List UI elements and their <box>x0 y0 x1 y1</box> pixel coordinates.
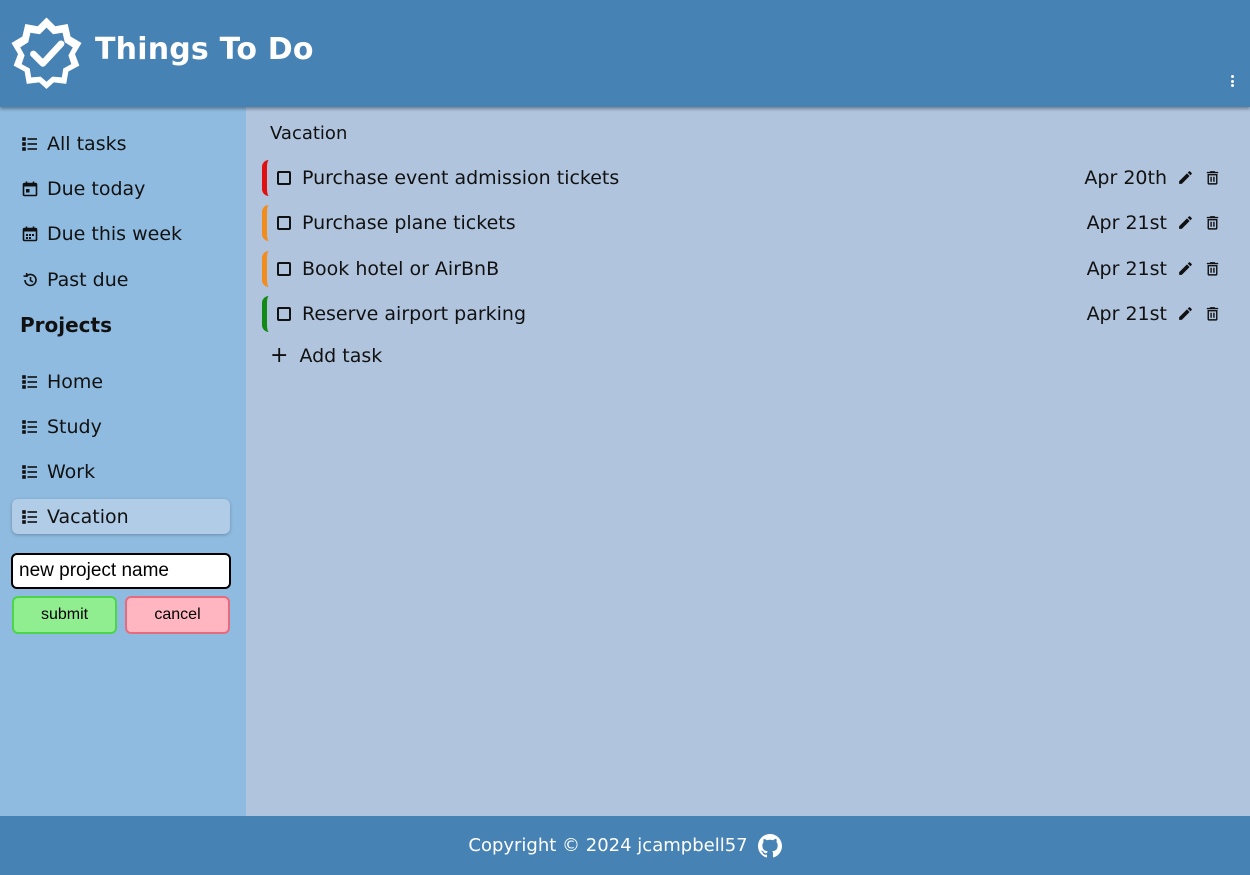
task-name: Book hotel or AirBnB <box>302 258 500 280</box>
sidebar-item-label: Work <box>47 460 96 483</box>
sidebar-item-label: Due today <box>47 177 146 200</box>
pencil-icon[interactable] <box>1177 260 1194 277</box>
task-checkbox[interactable] <box>277 262 291 276</box>
task-checkbox[interactable] <box>277 307 291 321</box>
trash-icon[interactable] <box>1204 214 1221 231</box>
list-icon <box>22 464 37 479</box>
sidebar-item-label: Past due <box>47 268 129 291</box>
copyright-text: Copyright © 2024 jcampbell57 <box>468 835 748 856</box>
plus-icon: + <box>270 343 289 368</box>
list-icon <box>22 419 37 434</box>
pencil-icon[interactable] <box>1177 169 1194 186</box>
new-project-input[interactable] <box>11 553 231 589</box>
priority-indicator <box>262 160 269 196</box>
verified-badge-icon <box>11 17 82 89</box>
task-checkbox[interactable] <box>277 171 291 185</box>
task-item: Purchase plane tickets Apr 21st <box>262 205 1232 241</box>
sidebar: All tasks Due today Due this week Past d… <box>0 107 246 816</box>
task-checkbox[interactable] <box>277 216 291 230</box>
task-name: Reserve airport parking <box>302 303 527 325</box>
sidebar-item-due-this-week[interactable]: Due this week <box>12 216 230 251</box>
app-header: Things To Do <box>0 0 1250 107</box>
sidebar-item-home[interactable]: Home <box>12 364 230 399</box>
app-title: Things To Do <box>95 32 314 67</box>
task-name: Purchase event admission tickets <box>302 167 620 189</box>
priority-indicator <box>262 251 269 287</box>
sidebar-item-vacation[interactable]: Vacation <box>12 499 230 534</box>
history-icon <box>23 272 37 286</box>
more-vertical-icon[interactable] <box>1226 74 1238 92</box>
pencil-icon[interactable] <box>1177 305 1194 322</box>
priority-indicator <box>262 205 269 241</box>
sidebar-item-all-tasks[interactable]: All tasks <box>12 126 230 161</box>
list-icon <box>22 374 37 389</box>
sidebar-item-label: All tasks <box>47 132 127 155</box>
page-title: Vacation <box>270 123 348 144</box>
github-icon[interactable] <box>757 833 782 858</box>
task-due-date: Apr 21st <box>1086 303 1167 325</box>
task-item: Purchase event admission tickets Apr 20t… <box>262 160 1232 196</box>
footer: Copyright © 2024 jcampbell57 <box>0 816 1250 875</box>
submit-button[interactable]: submit <box>12 596 117 634</box>
task-name: Purchase plane tickets <box>302 212 516 234</box>
task-due-date: Apr 20th <box>1084 167 1167 189</box>
sidebar-item-past-due[interactable]: Past due <box>12 262 230 297</box>
sidebar-item-work[interactable]: Work <box>12 454 230 489</box>
sidebar-item-due-today[interactable]: Due today <box>12 171 230 206</box>
sidebar-item-study[interactable]: Study <box>12 409 230 444</box>
projects-heading: Projects <box>20 313 113 337</box>
trash-icon[interactable] <box>1204 169 1221 186</box>
pencil-icon[interactable] <box>1177 214 1194 231</box>
calendar-week-icon <box>22 226 38 241</box>
trash-icon[interactable] <box>1204 260 1221 277</box>
main-content: Vacation Purchase event admission ticket… <box>246 107 1250 816</box>
cancel-button[interactable]: cancel <box>125 596 230 634</box>
task-item: Book hotel or AirBnB Apr 21st <box>262 251 1232 287</box>
list-icon <box>22 136 37 151</box>
task-due-date: Apr 21st <box>1086 258 1167 280</box>
add-task-label: Add task <box>299 345 383 367</box>
task-due-date: Apr 21st <box>1086 212 1167 234</box>
task-item: Reserve airport parking Apr 21st <box>262 296 1232 332</box>
priority-indicator <box>262 296 269 332</box>
sidebar-item-label: Vacation <box>47 505 129 528</box>
sidebar-item-label: Study <box>47 415 102 438</box>
calendar-today-icon <box>22 181 38 196</box>
list-icon <box>22 509 37 524</box>
sidebar-item-label: Due this week <box>47 222 183 245</box>
trash-icon[interactable] <box>1204 305 1221 322</box>
sidebar-item-label: Home <box>47 370 104 393</box>
add-task-button[interactable]: + Add task <box>270 343 383 368</box>
